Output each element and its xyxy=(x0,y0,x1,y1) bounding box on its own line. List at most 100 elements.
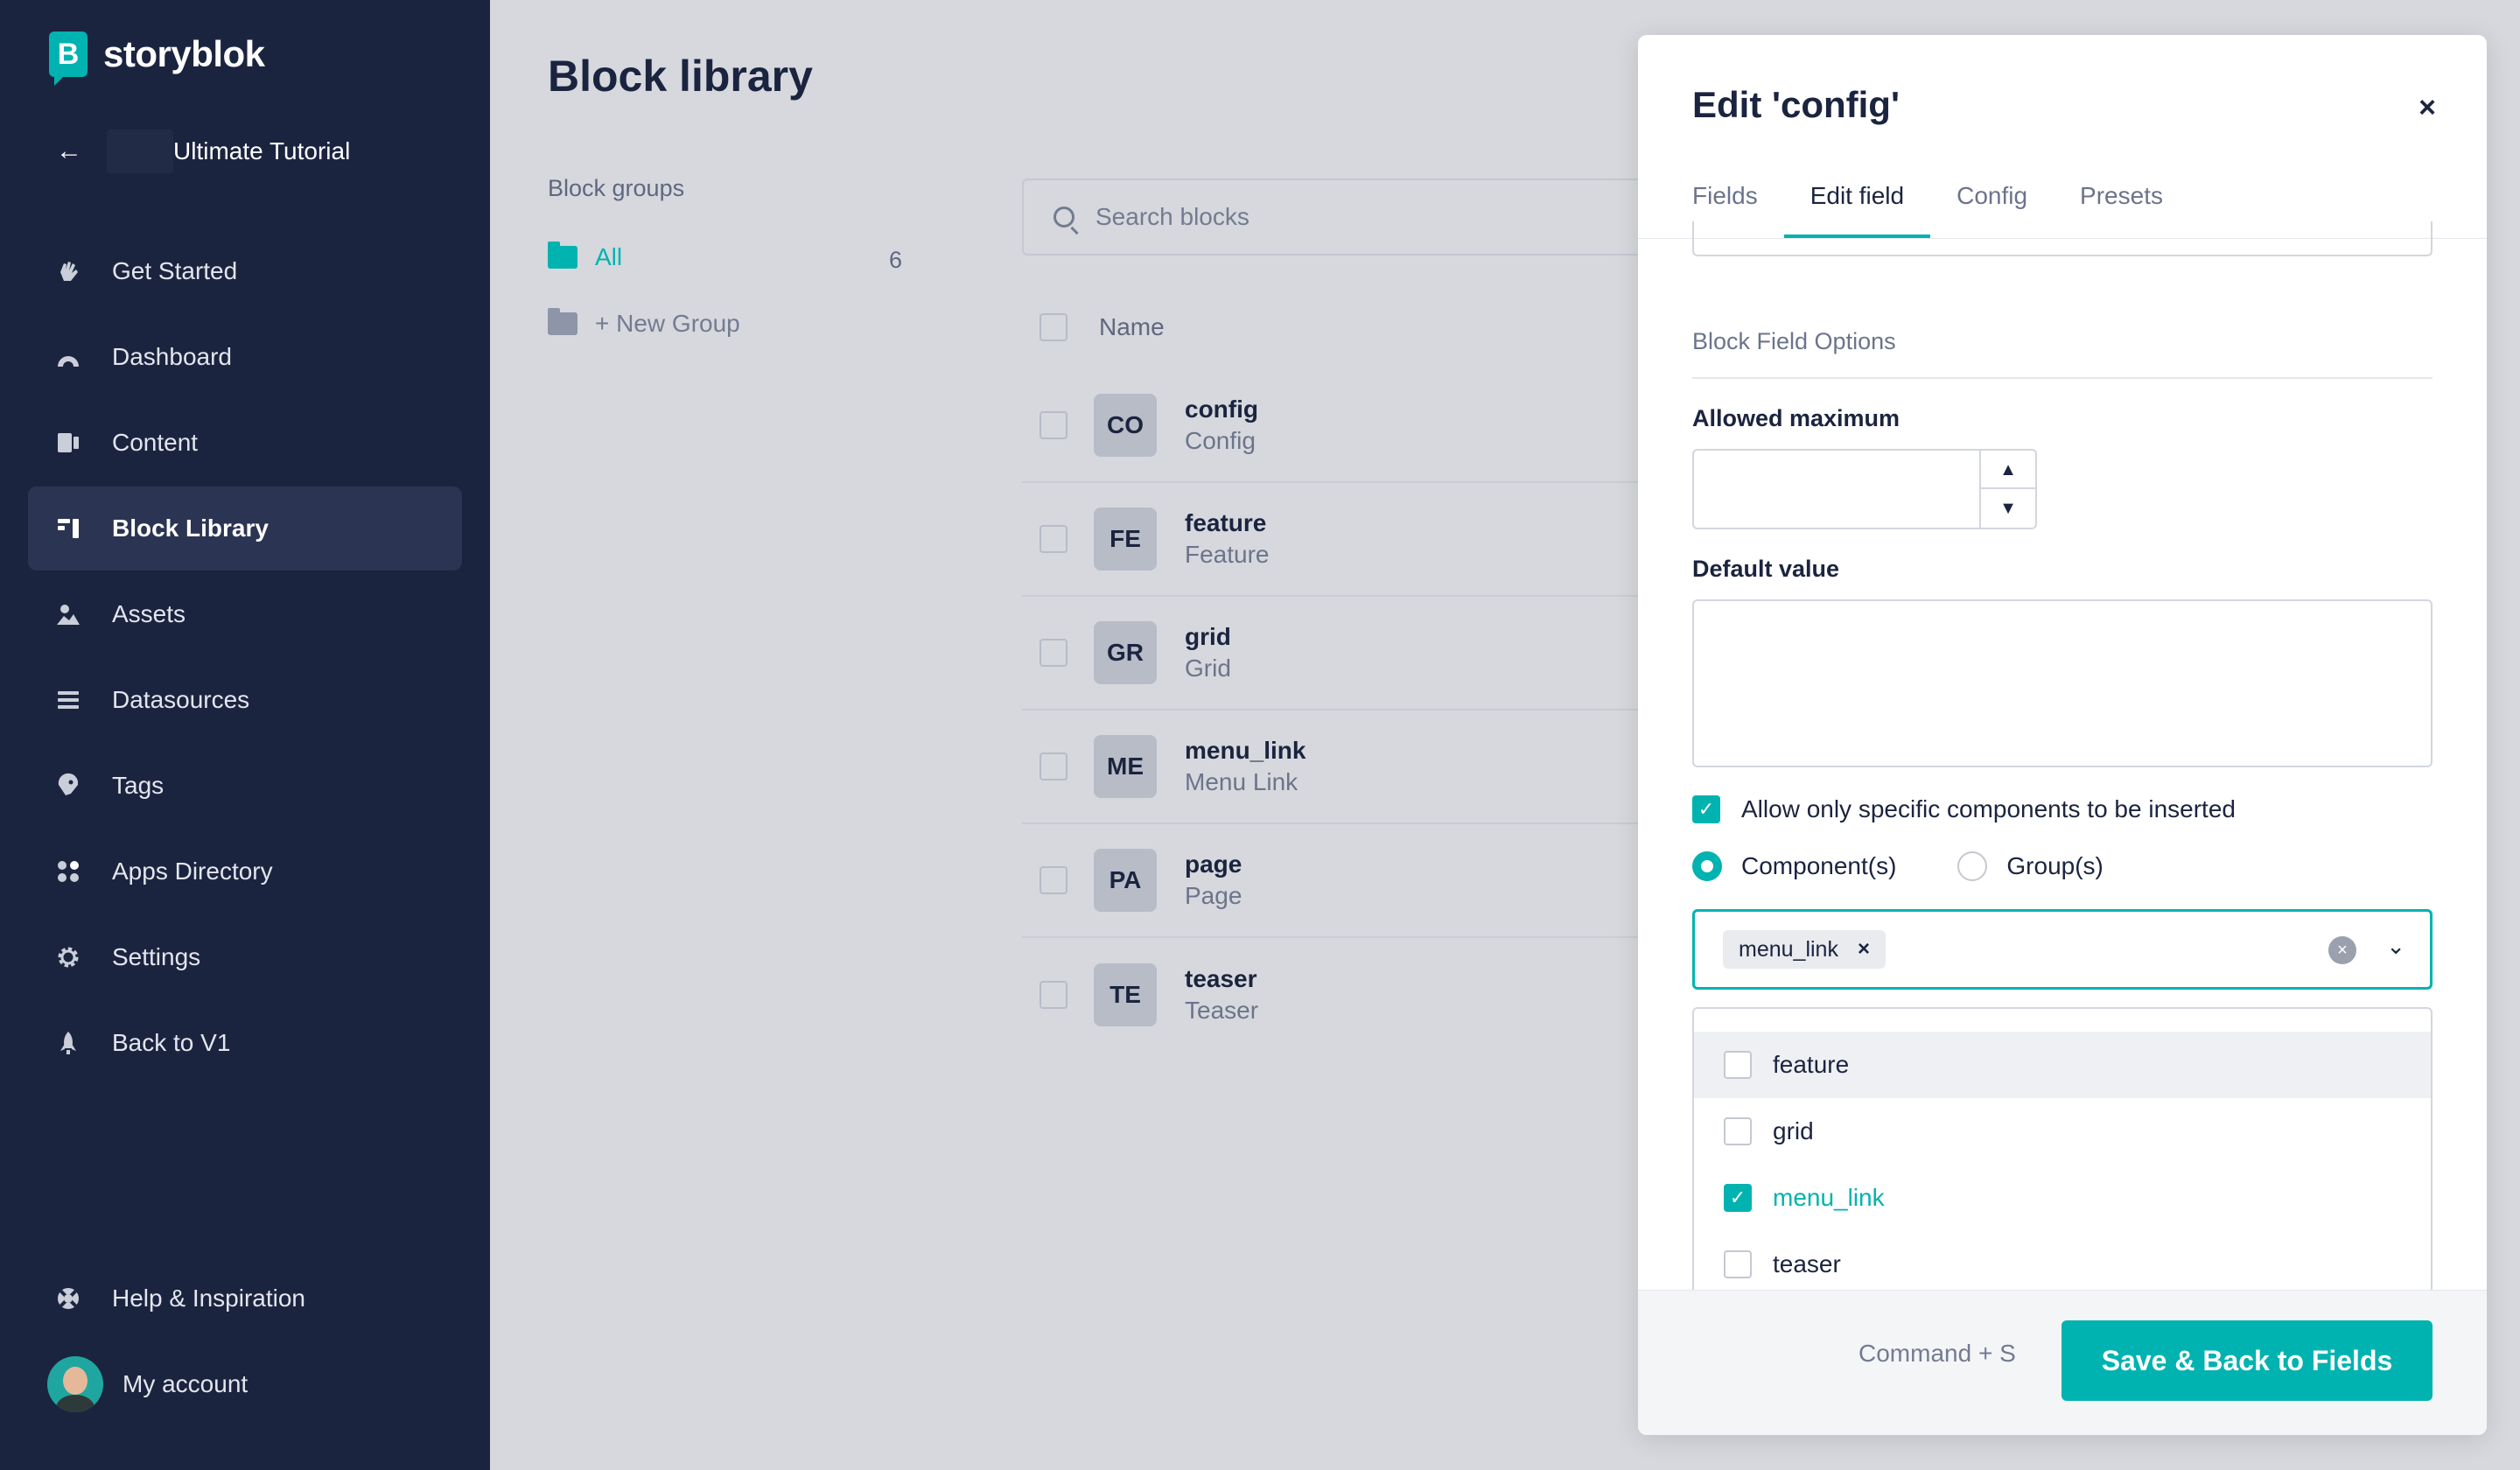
remove-chip-icon[interactable]: × xyxy=(1858,937,1870,962)
select-all-checkbox[interactable] xyxy=(1040,313,1068,341)
list-icon xyxy=(54,686,82,714)
block-row[interactable]: TE teaser Teaser xyxy=(1022,938,1652,1052)
option-label: grid xyxy=(1773,1117,1814,1144)
radio-groups[interactable] xyxy=(1957,851,1988,881)
block-badge: TE xyxy=(1094,963,1157,1026)
block-row[interactable]: PA page Page xyxy=(1022,824,1652,938)
allowed-maximum-input[interactable]: ▲ ▼ xyxy=(1692,449,2037,529)
section-title: Block Field Options xyxy=(1692,328,1896,354)
group-all[interactable]: All xyxy=(548,242,622,271)
option-label: teaser xyxy=(1773,1250,1841,1278)
sidebar-item-get-started[interactable]: Get Started xyxy=(28,229,462,313)
tag-icon xyxy=(54,772,82,800)
allowed-maximum-label: Allowed maximum xyxy=(1692,405,1900,431)
save-back-button[interactable]: Save & Back to Fields xyxy=(2062,1320,2432,1401)
new-group-button[interactable]: + New Group xyxy=(548,308,740,338)
block-display-name: Grid xyxy=(1185,654,1231,682)
dropdown-option[interactable]: grid xyxy=(1694,1098,2431,1165)
dropdown-option[interactable]: feature xyxy=(1694,1032,2431,1098)
number-stepper[interactable]: ▲ ▼ xyxy=(1979,451,2035,528)
row-checkbox[interactable] xyxy=(1040,525,1068,553)
block-badge: GR xyxy=(1094,621,1157,684)
gauge-icon xyxy=(54,343,82,371)
sidebar-item-label: Dashboard xyxy=(112,343,232,370)
block-row[interactable]: ME menu_link Menu Link xyxy=(1022,710,1652,824)
restriction-type-radio-group: Component(s) Group(s) xyxy=(1692,851,2104,881)
list-header: Name xyxy=(1040,313,1165,341)
block-name: teaser xyxy=(1185,965,1257,992)
selected-chip: menu_link × xyxy=(1723,930,1886,969)
sidebar-item-tags[interactable]: Tags xyxy=(28,744,462,828)
checkmark-icon[interactable]: ✓ xyxy=(1692,795,1720,823)
row-checkbox[interactable] xyxy=(1040,981,1068,1009)
content-icon xyxy=(54,429,82,457)
option-checkbox[interactable] xyxy=(1724,1051,1752,1079)
block-name: menu_link xyxy=(1185,737,1306,764)
gear-icon xyxy=(54,943,82,971)
previous-textarea[interactable] xyxy=(1692,221,2432,256)
chevron-down-icon[interactable]: ⌄ xyxy=(2386,933,2405,960)
block-display-name: Menu Link xyxy=(1185,768,1298,795)
sidebar-item-label: Apps Directory xyxy=(112,858,273,885)
account-label: My account xyxy=(122,1370,248,1397)
block-display-name: Page xyxy=(1185,882,1242,909)
search-input[interactable]: Search blocks xyxy=(1022,178,1652,256)
my-account[interactable]: My account xyxy=(28,1342,462,1426)
row-checkbox[interactable] xyxy=(1040,639,1068,667)
sidebar-item-assets[interactable]: Assets xyxy=(28,572,462,656)
chevron-down-icon[interactable]: ▼ xyxy=(1981,489,2035,528)
sidebar-item-settings[interactable]: Settings xyxy=(28,915,462,999)
keyboard-shortcut-hint: Command + S xyxy=(1858,1340,2016,1367)
panel-body[interactable]: Block Field Options Allowed maximum ▲ ▼ … xyxy=(1638,221,2487,1323)
radio-groups-option[interactable]: Group(s) xyxy=(1957,851,2104,881)
row-checkbox[interactable] xyxy=(1040,752,1068,780)
sidebar-item-label: Back to V1 xyxy=(112,1029,231,1056)
block-display-name: Teaser xyxy=(1185,997,1259,1024)
block-row[interactable]: FE feature Feature xyxy=(1022,483,1652,597)
dropdown-option[interactable]: ✓ menu_link xyxy=(1694,1165,2431,1231)
arrow-left-icon[interactable]: ← xyxy=(56,136,98,166)
component-multiselect[interactable]: menu_link × × ⌄ xyxy=(1692,909,2432,990)
block-name: grid xyxy=(1185,623,1231,650)
column-name-header: Name xyxy=(1099,313,1165,340)
space-thumbnail xyxy=(107,130,173,173)
waving-hand-icon xyxy=(54,257,82,285)
chevron-up-icon[interactable]: ▲ xyxy=(1981,451,2035,489)
block-name: feature xyxy=(1185,509,1267,536)
apps-icon xyxy=(54,858,82,886)
sidebar: B storyblok ← Ultimate Tutorial Get Star… xyxy=(0,0,490,1470)
default-value-textarea[interactable] xyxy=(1692,599,2432,767)
option-checkbox[interactable] xyxy=(1724,1117,1752,1145)
sidebar-item-apps-directory[interactable]: Apps Directory xyxy=(28,830,462,914)
close-icon[interactable]: × xyxy=(2418,91,2436,125)
sidebar-item-label: Assets xyxy=(112,600,186,627)
radio-components[interactable] xyxy=(1692,851,1722,881)
block-display-name: Feature xyxy=(1185,541,1270,568)
clear-icon[interactable]: × xyxy=(2328,936,2356,964)
storyblok-logo[interactable]: B storyblok xyxy=(49,32,265,86)
block-row[interactable]: GR grid Grid xyxy=(1022,597,1652,710)
search-icon xyxy=(1054,206,1074,228)
sidebar-item-help[interactable]: Help & Inspiration xyxy=(28,1256,462,1340)
allow-specific-components-checkbox[interactable]: ✓ Allow only specific components to be i… xyxy=(1692,795,2236,823)
block-row[interactable]: CO config Config xyxy=(1022,369,1652,483)
checkmark-icon[interactable]: ✓ xyxy=(1724,1184,1752,1212)
sidebar-item-content[interactable]: Content xyxy=(28,401,462,485)
chip-label: menu_link xyxy=(1739,936,1838,962)
page-title: Block library xyxy=(548,52,813,101)
option-checkbox[interactable] xyxy=(1724,1250,1752,1278)
block-badge: CO xyxy=(1094,394,1157,457)
block-badge: PA xyxy=(1094,849,1157,912)
block-badge: FE xyxy=(1094,508,1157,570)
row-checkbox[interactable] xyxy=(1040,411,1068,439)
sidebar-item-back-to-v1[interactable]: Back to V1 xyxy=(28,1001,462,1085)
sidebar-item-datasources[interactable]: Datasources xyxy=(28,658,462,742)
space-switcher[interactable]: ← Ultimate Tutorial xyxy=(56,130,350,173)
dropdown-option[interactable]: teaser xyxy=(1694,1231,2431,1298)
row-checkbox[interactable] xyxy=(1040,866,1068,894)
sidebar-item-dashboard[interactable]: Dashboard xyxy=(28,315,462,399)
sidebar-item-block-library[interactable]: Block Library xyxy=(28,486,462,570)
block-groups-label: Block groups xyxy=(548,175,685,201)
default-value-label: Default value xyxy=(1692,556,1840,582)
block-library-icon xyxy=(54,514,82,542)
